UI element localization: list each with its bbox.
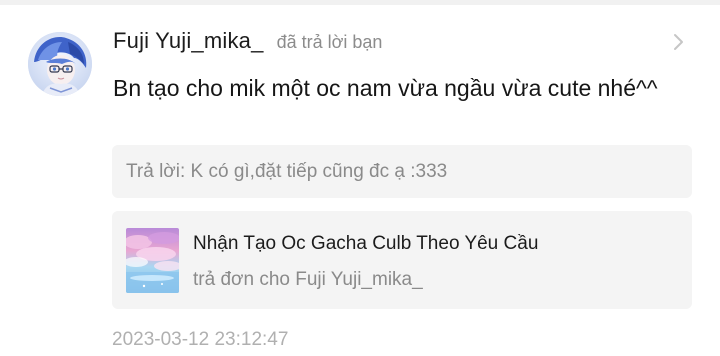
- username[interactable]: Fuji Yuji_mika_: [113, 28, 264, 54]
- story-cover-thumbnail: [126, 228, 179, 293]
- comment-header: Fuji Yuji_mika_ đã trả lời bạn: [113, 28, 382, 60]
- linked-post-card[interactable]: Nhận Tạo Oc Gacha Culb Theo Yêu Cầu trả …: [112, 211, 692, 309]
- quoted-reply-text: Trả lời: K có gì,đặt tiếp cũng đc ạ :333: [126, 160, 448, 182]
- chevron-right-icon[interactable]: [668, 30, 688, 54]
- action-text: đã trả lời bạn: [276, 32, 383, 52]
- linked-post-title: Nhận Tạo Oc Gacha Culb Theo Yêu Cầu: [193, 233, 539, 254]
- timestamp: 2023-03-12 23:12:47: [112, 329, 289, 350]
- linked-post-subtitle: trả đơn cho Fuji Yuji_mika_: [193, 269, 423, 290]
- avatar-image: [28, 32, 92, 96]
- avatar[interactable]: [28, 32, 92, 96]
- quoted-reply[interactable]: Trả lời: K có gì,đặt tiếp cũng đc ạ :333: [112, 145, 692, 198]
- comment-message: Bn tạo cho mik một oc nam vừa ngầu vừa c…: [113, 75, 658, 101]
- top-divider: [0, 0, 720, 5]
